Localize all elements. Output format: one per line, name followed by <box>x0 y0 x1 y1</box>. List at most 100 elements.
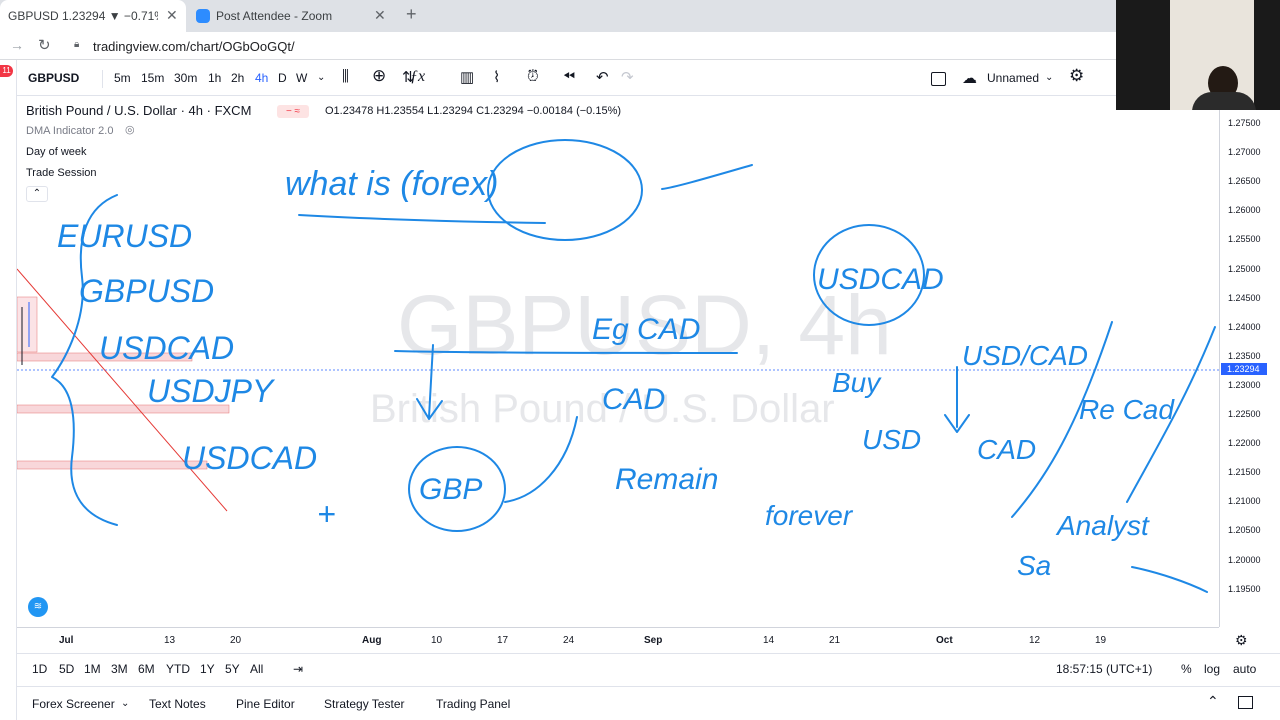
hw-sa: Sa <box>1017 550 1051 581</box>
price-label: 1.26000 <box>1228 205 1261 216</box>
maximize-panel-icon[interactable] <box>1238 696 1253 709</box>
time-label: 21 <box>829 635 841 646</box>
close-tab-icon[interactable]: ✕ <box>166 7 178 24</box>
price-axis[interactable]: 1.27500 1.27000 1.26500 1.26000 1.25500 1.250… <box>1219 97 1280 627</box>
date-range-bar: 1D 5D 1M 3M 6M YTD 1Y 5Y All ⇥ 18:57:15 … <box>17 653 1280 681</box>
range-5y[interactable]: 5Y <box>225 662 240 676</box>
goto-date-icon[interactable]: ⇥ <box>293 662 303 676</box>
range-1m[interactable]: 1M <box>84 662 101 676</box>
hw-cad: CAD <box>602 383 665 416</box>
time-label: 19 <box>1095 635 1107 646</box>
undo-icon[interactable]: ↶ <box>596 68 609 86</box>
alert-icon[interactable]: ⏰︎ <box>527 68 539 85</box>
interval-5m[interactable]: 5m <box>114 71 131 85</box>
redo-icon[interactable]: ↷ <box>621 68 634 86</box>
templates-icon[interactable]: ⌇ <box>493 68 500 86</box>
notification-badge[interactable]: 11 <box>0 65 13 77</box>
session-box <box>17 460 208 470</box>
symbol-search[interactable]: GBPUSD <box>28 71 79 85</box>
hw-what-is-forex: what is (forex) <box>285 165 499 203</box>
price-label: 1.21500 <box>1228 467 1261 478</box>
zoom-icon <box>196 9 210 23</box>
interval-2h[interactable]: 2h <box>231 71 244 85</box>
drawing-tools-strip: 11 <box>0 60 17 720</box>
chart-pane[interactable]: GBPUSD, 4h British Pound / U.S. Dollar B… <box>17 97 1219 627</box>
candles-icon[interactable]: ⫼ <box>342 68 349 85</box>
financials-icon[interactable]: ▥ <box>460 68 474 86</box>
log-toggle[interactable]: log <box>1204 662 1220 676</box>
new-tab-button[interactable]: + <box>406 4 417 25</box>
arrow-to-usd <box>944 366 970 433</box>
range-1y[interactable]: 1Y <box>200 662 215 676</box>
arrow-down <box>416 344 443 420</box>
session-box <box>17 296 38 353</box>
tab-tradingview[interactable]: GBPUSD 1.23294 ▼ −0.71% Unn ✕ <box>0 0 186 32</box>
layout-name[interactable]: Unnamed <box>987 71 1039 85</box>
interval-30m[interactable]: 30m <box>174 71 197 85</box>
price-label: 1.25000 <box>1228 263 1261 274</box>
price-label: 1.26500 <box>1228 176 1261 187</box>
interval-1h[interactable]: 1h <box>208 71 221 85</box>
auto-toggle[interactable]: auto <box>1233 662 1256 676</box>
bottom-panel-tabs: Forex Screener ⌄ Text Notes Pine Editor … <box>17 686 1280 720</box>
tab-strategy-tester[interactable]: Strategy Tester <box>324 697 404 711</box>
add-indicator-icon[interactable]: ⊕ <box>372 66 386 86</box>
reload-icon[interactable]: ↻ <box>38 36 51 54</box>
time-axis[interactable]: ⚙︎ Jul 13 20 Aug 10 17 24 Sep 14 21 Oct 12 19 <box>17 627 1248 652</box>
price-label: 1.23000 <box>1228 379 1261 390</box>
chart-settings-gear-icon[interactable]: ⚙︎ <box>1235 632 1248 649</box>
tab-pine-editor[interactable]: Pine Editor <box>236 697 295 711</box>
replay-icon[interactable]: ⏪︎ <box>563 68 575 85</box>
tab-forex-screener[interactable]: Forex Screener <box>32 697 115 711</box>
chevron-down-icon[interactable]: ⌄ <box>1045 72 1053 83</box>
tab-text-notes[interactable]: Text Notes <box>149 697 206 711</box>
range-3m[interactable]: 3M <box>111 662 128 676</box>
checkmark <box>661 164 753 190</box>
chevron-down-icon[interactable]: ⌄ <box>121 698 129 709</box>
clock[interactable]: 18:57:15 (UTC+1) <box>1056 662 1152 676</box>
address-bar: → ↻ 🔒︎ tradingview.com/chart/OGbOoGQt/ <box>0 32 1280 60</box>
range-1d[interactable]: 1D <box>32 662 47 676</box>
fullscreen-checkbox-icon[interactable] <box>931 72 946 86</box>
underline-arrow <box>1131 566 1208 593</box>
tab-tradingview-label: GBPUSD 1.23294 ▼ −0.71% Unn <box>8 9 158 23</box>
percent-toggle[interactable]: % <box>1181 662 1192 676</box>
hw-usd: USD <box>862 424 921 455</box>
underline-eg <box>394 350 738 354</box>
time-label: Jul <box>59 635 74 646</box>
time-label: 24 <box>563 635 575 646</box>
cloud-icon[interactable]: ☁︎ <box>962 69 977 87</box>
webcam-overlay <box>1116 0 1280 110</box>
tradingview-logo[interactable]: ≋ <box>28 597 48 617</box>
forward-icon[interactable]: → <box>10 37 24 53</box>
tab-zoom[interactable]: Post Attendee - Zoom ✕ <box>188 0 394 32</box>
price-label: 1.19500 <box>1228 583 1261 594</box>
hw-eurusd: EURUSD <box>57 218 192 254</box>
range-all[interactable]: All <box>250 662 263 676</box>
time-label: 13 <box>164 635 176 646</box>
interval-d[interactable]: D <box>278 71 287 85</box>
interval-4h[interactable]: 4h <box>255 71 268 85</box>
range-5d[interactable]: 5D <box>59 662 74 676</box>
interval-15m[interactable]: 15m <box>141 71 164 85</box>
underline-what-is-forex <box>298 214 546 224</box>
forex-circle <box>487 139 643 241</box>
url-field[interactable]: tradingview.com/chart/OGbOoGQt/ <box>93 39 295 54</box>
chevron-down-icon[interactable]: ⌄ <box>317 72 325 83</box>
hw-gbp: GBP <box>419 473 482 506</box>
close-tab-icon[interactable]: ✕ <box>374 7 386 24</box>
range-6m[interactable]: 6M <box>138 662 155 676</box>
indicators-fx-icon[interactable]: ƒx <box>410 68 425 86</box>
hw-plus: + <box>317 496 336 532</box>
toolbar-divider <box>102 70 103 88</box>
chevron-up-icon[interactable]: ⌃ <box>1207 693 1219 710</box>
price-label: 1.24500 <box>1228 292 1261 303</box>
price-label: 1.22500 <box>1228 409 1261 419</box>
time-label: 14 <box>763 635 775 646</box>
price-label: 1.23500 <box>1228 350 1261 361</box>
gbp-to-cad-line <box>504 416 578 503</box>
tab-trading-panel[interactable]: Trading Panel <box>436 697 510 711</box>
interval-w[interactable]: W <box>296 71 307 85</box>
settings-gear-icon[interactable]: ⚙︎ <box>1069 66 1084 86</box>
range-ytd[interactable]: YTD <box>166 662 190 676</box>
